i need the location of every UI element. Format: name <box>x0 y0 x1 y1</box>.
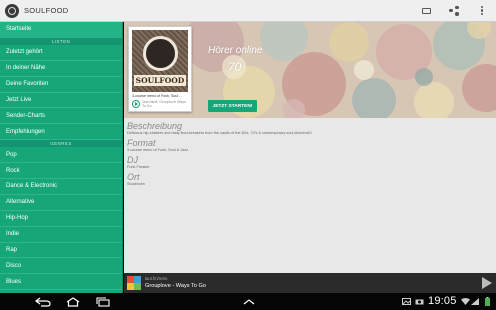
sidebar-item-hip-hop[interactable]: Hip-Hop <box>0 211 122 227</box>
wifi-icon <box>460 293 470 310</box>
sidebar-item-jetzt-live[interactable]: Jetzt Live <box>0 93 122 109</box>
sidebar-item-disco[interactable]: Disco <box>0 258 122 275</box>
station-detail: SOULFOOD 3-course menu of Funk, Soul ...… <box>124 22 496 273</box>
system-navigation-bar: 19:05 <box>0 293 496 310</box>
system-clock: 19:05 <box>428 295 457 307</box>
sidebar-item-indie[interactable]: Indie <box>0 227 122 243</box>
format-text: 3-course menu of Funk, Soul & Jazz <box>127 148 189 152</box>
dj-heading: DJ <box>127 155 138 165</box>
action-bar-actions <box>412 0 496 22</box>
gallery-notification-icon <box>400 293 412 310</box>
sidebar-item-zuletzt-gehoert[interactable]: Zuletzt gehört <box>0 45 122 61</box>
sidebar-item-sender-charts[interactable]: Sender-Charts <box>0 108 122 125</box>
sidebar-item-blues[interactable]: Blues <box>0 274 122 291</box>
home-button[interactable] <box>60 293 86 310</box>
sidebar-item-pop[interactable]: Pop <box>0 147 122 164</box>
section-header-genres: GENRES <box>0 140 122 148</box>
dj-text: Funk Freaker <box>127 165 150 169</box>
back-icon <box>35 297 51 307</box>
station-cover-card[interactable]: SOULFOOD 3-course menu of Funk, Soul ...… <box>128 26 192 112</box>
sidebar-item-in-deiner-naehe[interactable]: In deiner Nähe <box>0 61 122 77</box>
now-playing-bar[interactable]: laut.fm/retro Grouplove - Ways To Go <box>124 273 496 293</box>
app-title: SOULFOOD <box>24 6 69 15</box>
location-heading: Ort <box>127 172 140 182</box>
recent-apps-button[interactable] <box>90 293 116 310</box>
now-playing-thumbnail <box>127 276 141 290</box>
back-button[interactable] <box>30 293 56 310</box>
cover-description: 3-course menu of Funk, Soul ... <box>132 94 183 98</box>
hide-keyboard-button[interactable] <box>236 293 262 310</box>
cast-button[interactable] <box>412 0 440 22</box>
station-hero: SOULFOOD 3-course menu of Funk, Soul ...… <box>124 22 496 118</box>
sidebar-item-alternative[interactable]: Alternative <box>0 195 122 211</box>
format-heading: Format <box>127 138 156 148</box>
sidebar-item-startseite[interactable]: Startseite <box>0 22 122 38</box>
cover-now-playing: Jetzt läuft: Grouplove Ways To Go <box>142 100 186 109</box>
chevron-up-icon <box>243 298 255 304</box>
listeners-count: 70 <box>228 60 242 74</box>
sidebar-item-rap[interactable]: Rap <box>0 243 122 259</box>
battery-icon <box>482 293 492 310</box>
navigation-drawer: Startseite LISTEN Zuletzt gehört In dein… <box>0 22 123 293</box>
play-icon[interactable] <box>132 100 140 108</box>
description-heading: Beschreibung <box>127 121 183 131</box>
section-header-listen: LISTEN <box>0 37 122 45</box>
overflow-menu-button[interactable] <box>468 0 496 22</box>
camera-notification-icon <box>413 293 425 310</box>
sidebar-item-rock[interactable]: Rock <box>0 163 122 180</box>
sidebar-item-favoriten[interactable]: Deine Favoriten <box>0 77 122 93</box>
home-icon <box>66 296 80 307</box>
start-station-button[interactable]: JETZT STARTEN! <box>208 100 257 112</box>
now-playing-track: Grouplove - Ways To Go <box>145 283 206 289</box>
listeners-label: Hörer online <box>208 45 263 56</box>
description-text: Delicious hip-shakers and tasty floor-br… <box>127 131 312 135</box>
location-text: Stockholm <box>127 182 145 186</box>
station-details: Beschreibung Delicious hip-shakers and t… <box>127 121 492 189</box>
recent-apps-icon <box>96 296 110 307</box>
station-cover-image: SOULFOOD <box>132 30 188 92</box>
share-button[interactable] <box>440 0 468 22</box>
share-icon <box>449 5 459 16</box>
app-logo-icon[interactable] <box>5 3 19 18</box>
sidebar-item-empfehlungen[interactable]: Empfehlungen <box>0 124 122 141</box>
play-button[interactable] <box>482 277 492 289</box>
signal-icon <box>470 293 480 310</box>
cast-icon <box>421 7 431 14</box>
overflow-menu-icon <box>480 5 484 16</box>
cover-brand-text: SOULFOOD <box>134 75 186 86</box>
action-bar: SOULFOOD <box>0 0 496 22</box>
sidebar-item-dance-electronic[interactable]: Dance & Electronic <box>0 179 122 195</box>
now-playing-station: laut.fm/retro <box>145 276 168 281</box>
